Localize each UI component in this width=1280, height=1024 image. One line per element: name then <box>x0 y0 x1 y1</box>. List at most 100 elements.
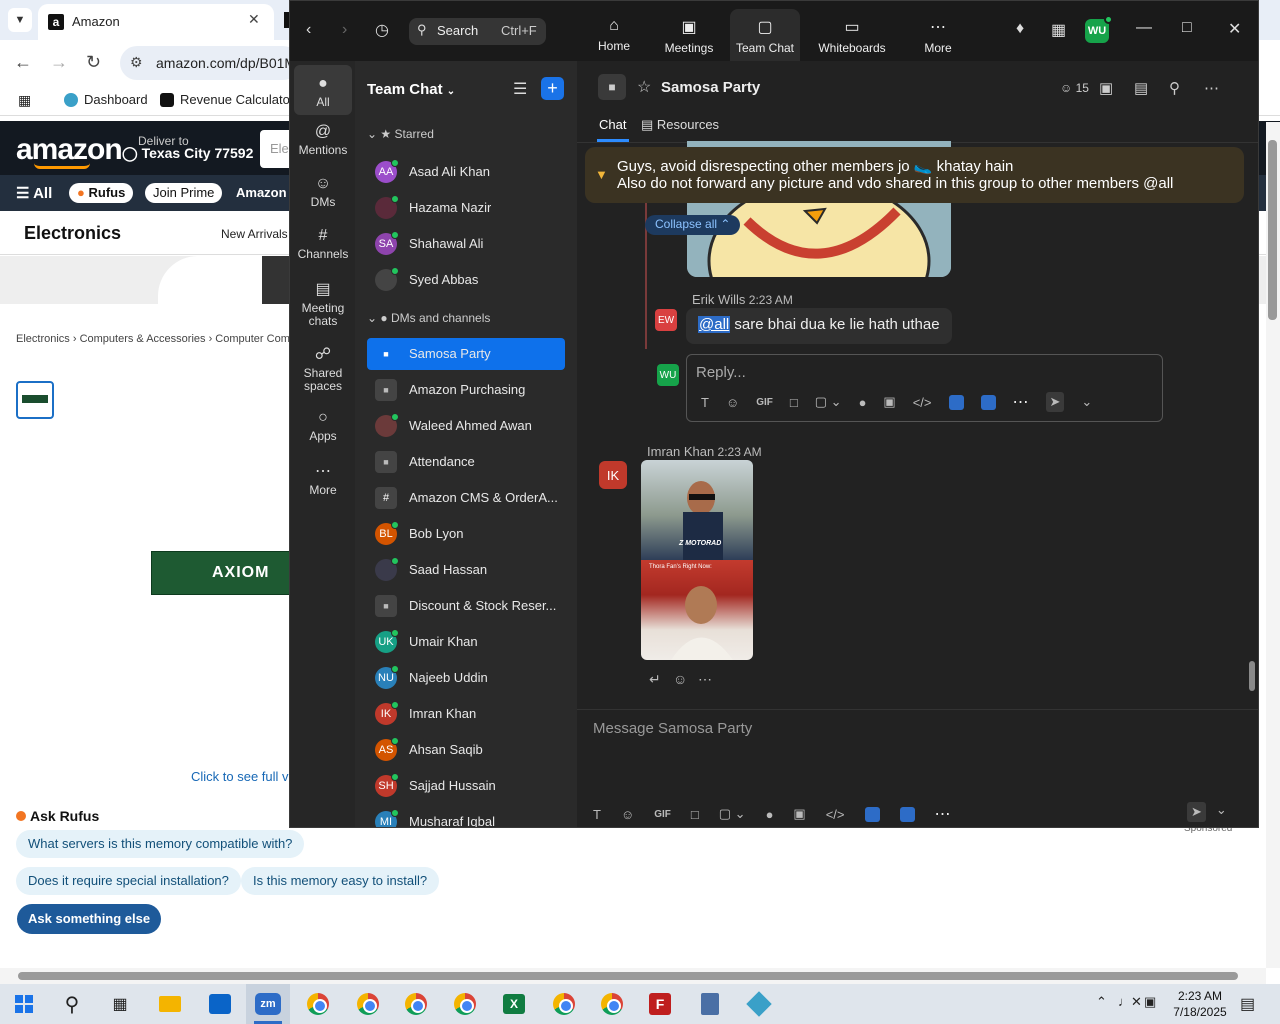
tab-whiteboards[interactable]: ▭ Whiteboards <box>807 9 897 61</box>
amazon-logo[interactable]: amazon <box>16 133 123 167</box>
product-thumbnail[interactable] <box>16 381 54 419</box>
notifications-icon[interactable]: ▤ <box>1240 994 1255 1014</box>
tab-team-chat[interactable]: ▢ Team Chat <box>730 9 800 61</box>
chevron-up-icon[interactable]: ⌃ <box>1096 994 1107 1010</box>
rail-meeting-chats[interactable]: ▤ Meeting chats <box>294 279 352 328</box>
minimize-icon[interactable]: — <box>1136 19 1152 37</box>
chrome-icon[interactable] <box>542 984 586 1024</box>
gif-icon[interactable]: GIF <box>654 809 671 820</box>
meme-image-bottom[interactable]: Thora Fan's Right Now: <box>641 560 753 660</box>
start-button[interactable] <box>2 984 46 1024</box>
avatar[interactable]: EW <box>655 309 677 331</box>
sidebar-item[interactable]: ■ Amazon Purchasing <box>367 374 565 406</box>
sidebar-item[interactable]: # Amazon CMS & OrderA... <box>367 482 565 514</box>
new-arrivals-link[interactable]: New Arrivals <box>221 227 288 241</box>
emoji-icon[interactable]: ☺ <box>726 395 739 410</box>
page-scrollbar-thumb[interactable] <box>1268 140 1277 320</box>
section-dms-channels[interactable]: ⌄ ● DMs and channels <box>367 311 490 325</box>
rail-apps[interactable]: ○ Apps <box>294 409 352 443</box>
clock[interactable]: 2:23 AM 7/18/2025 <box>1160 988 1240 1020</box>
back-arrow-icon[interactable]: ‹ <box>306 21 311 39</box>
channel-title[interactable]: Samosa Party <box>661 79 760 96</box>
rufus-question-3[interactable]: Is this memory easy to install? <box>241 867 440 895</box>
chrome-icon[interactable] <box>346 984 390 1024</box>
app-icon[interactable] <box>864 806 880 822</box>
sidebar-item[interactable]: Waleed Ahmed Awan <box>367 410 565 442</box>
more-options-icon[interactable]: ⋯ <box>1204 79 1219 97</box>
tab-meetings[interactable]: ▣ Meetings <box>654 9 724 61</box>
sidebar-item[interactable]: IK Imran Khan <box>367 698 565 730</box>
ask-something-else-button[interactable]: Ask something else <box>17 904 162 934</box>
screenshot-icon[interactable]: ▢ ⌄ <box>719 806 746 822</box>
send-icon[interactable]: ➤ <box>1045 392 1065 412</box>
chrome-icon[interactable] <box>590 984 634 1024</box>
sidebar-item[interactable]: ■ Attendance <box>367 446 565 478</box>
file-icon[interactable]: □ <box>790 395 798 410</box>
apps-grid-icon[interactable]: ▦ <box>18 92 31 109</box>
app-icon[interactable] <box>980 394 996 410</box>
bookmark-revenue-calculator[interactable]: Revenue Calculator <box>160 92 294 107</box>
back-arrow-icon[interactable]: ← <box>14 52 32 73</box>
speaker-muted-icon[interactable]: ♩✕ <box>1118 994 1142 1010</box>
bookmark-dashboard[interactable]: Dashboard <box>64 92 148 107</box>
browser-tab-amazon[interactable]: a Amazon ✕ <box>38 4 274 40</box>
sidebar-item[interactable]: Saad Hassan <box>367 554 565 586</box>
message-bubble[interactable]: @all sare bhai dua ke lie hath uthae <box>686 308 952 344</box>
product-image[interactable]: AXIOM <box>151 551 291 595</box>
rail-channels[interactable]: # Channels <box>294 227 352 261</box>
video-off-icon[interactable]: ▣ <box>1099 79 1113 97</box>
text-format-icon[interactable]: T <box>593 807 601 822</box>
sidebar-item[interactable]: AA Asad Ali Khan <box>367 156 565 188</box>
network-icon[interactable]: ▣ <box>1144 994 1156 1010</box>
file-explorer-icon[interactable] <box>148 984 192 1024</box>
text-format-icon[interactable]: T <box>701 395 709 410</box>
file-icon[interactable]: □ <box>691 807 699 822</box>
sidebar-item[interactable]: Hazama Nazir <box>367 192 565 224</box>
join-prime-button[interactable]: Join Prime <box>145 183 223 203</box>
delivery-location[interactable]: ◯ Texas City 77592 <box>122 145 253 162</box>
forward-arrow-icon[interactable]: → <box>50 52 68 73</box>
history-icon[interactable]: ◷ <box>375 20 389 40</box>
tab-more[interactable]: ⋯ More <box>903 9 973 61</box>
microphone-icon[interactable]: ● <box>859 395 867 410</box>
category-title[interactable]: Electronics <box>24 223 121 244</box>
rufus-question-1[interactable]: What servers is this memory compatible w… <box>16 830 305 858</box>
bell-icon[interactable]: ♦ <box>1016 20 1024 38</box>
task-view-icon[interactable]: ▦ <box>98 984 142 1024</box>
reload-icon[interactable]: ↻ <box>86 52 101 73</box>
chevron-down-icon[interactable]: ⌄ <box>1216 802 1227 822</box>
member-count[interactable]: ☺ 15 <box>1060 81 1089 95</box>
video-message-icon[interactable]: ▣ <box>793 806 805 822</box>
tab-home[interactable]: ⌂ Home <box>579 9 649 61</box>
outlook-icon[interactable] <box>198 984 242 1024</box>
nav-all-menu[interactable]: ☰ All <box>16 184 52 202</box>
screenshot-icon[interactable]: ▢ ⌄ <box>815 394 842 410</box>
tab-search-button[interactable]: ▼ <box>8 8 32 32</box>
more-icon[interactable]: ⋯ <box>1013 392 1029 412</box>
search-icon[interactable]: ⚲ <box>1169 79 1180 97</box>
sidebar-item[interactable]: Syed Abbas <box>367 264 565 296</box>
chat-scrollbar[interactable] <box>1249 143 1255 693</box>
meme-image-top[interactable]: Z MOTORAD <box>641 460 753 560</box>
sidebar-item[interactable]: SA Shahawal Ali <box>367 228 565 260</box>
avatar[interactable]: IK <box>599 461 627 489</box>
new-chat-button[interactable]: + <box>541 77 564 100</box>
chat-scrollbar-thumb[interactable] <box>1249 661 1255 691</box>
message-composer[interactable]: Message Samosa Party T ☺ GIF □ ▢ ⌄ ● ▣ <… <box>577 709 1258 827</box>
taskbar-zoom[interactable]: zm <box>246 984 290 1024</box>
maximize-icon[interactable]: □ <box>1182 19 1192 37</box>
address-bar[interactable]: ⚙ amazon.com/dp/B01M <box>120 46 300 80</box>
sidebar-item[interactable]: MI Musharaf Iqbal <box>367 806 565 827</box>
add-reaction-icon[interactable]: ☺ <box>673 671 687 687</box>
microphone-icon[interactable]: ● <box>766 807 774 822</box>
reply-thread-icon[interactable]: ↵ <box>649 671 661 688</box>
sidebar-item[interactable]: UK Umair Khan <box>367 626 565 658</box>
see-full-view-link[interactable]: Click to see full vi <box>191 769 291 784</box>
code-icon[interactable]: </> <box>913 395 932 410</box>
rail-dms[interactable]: ☺ DMs <box>294 175 352 209</box>
breadcrumb[interactable]: Electronics › Computers & Accessories › … <box>16 333 290 345</box>
tab-chat[interactable]: Chat <box>599 117 626 132</box>
sidebar-item[interactable]: ■ Samosa Party <box>367 338 565 370</box>
rufus-question-2[interactable]: Does it require special installation? <box>16 867 241 895</box>
mention-all[interactable]: @all <box>698 316 731 333</box>
